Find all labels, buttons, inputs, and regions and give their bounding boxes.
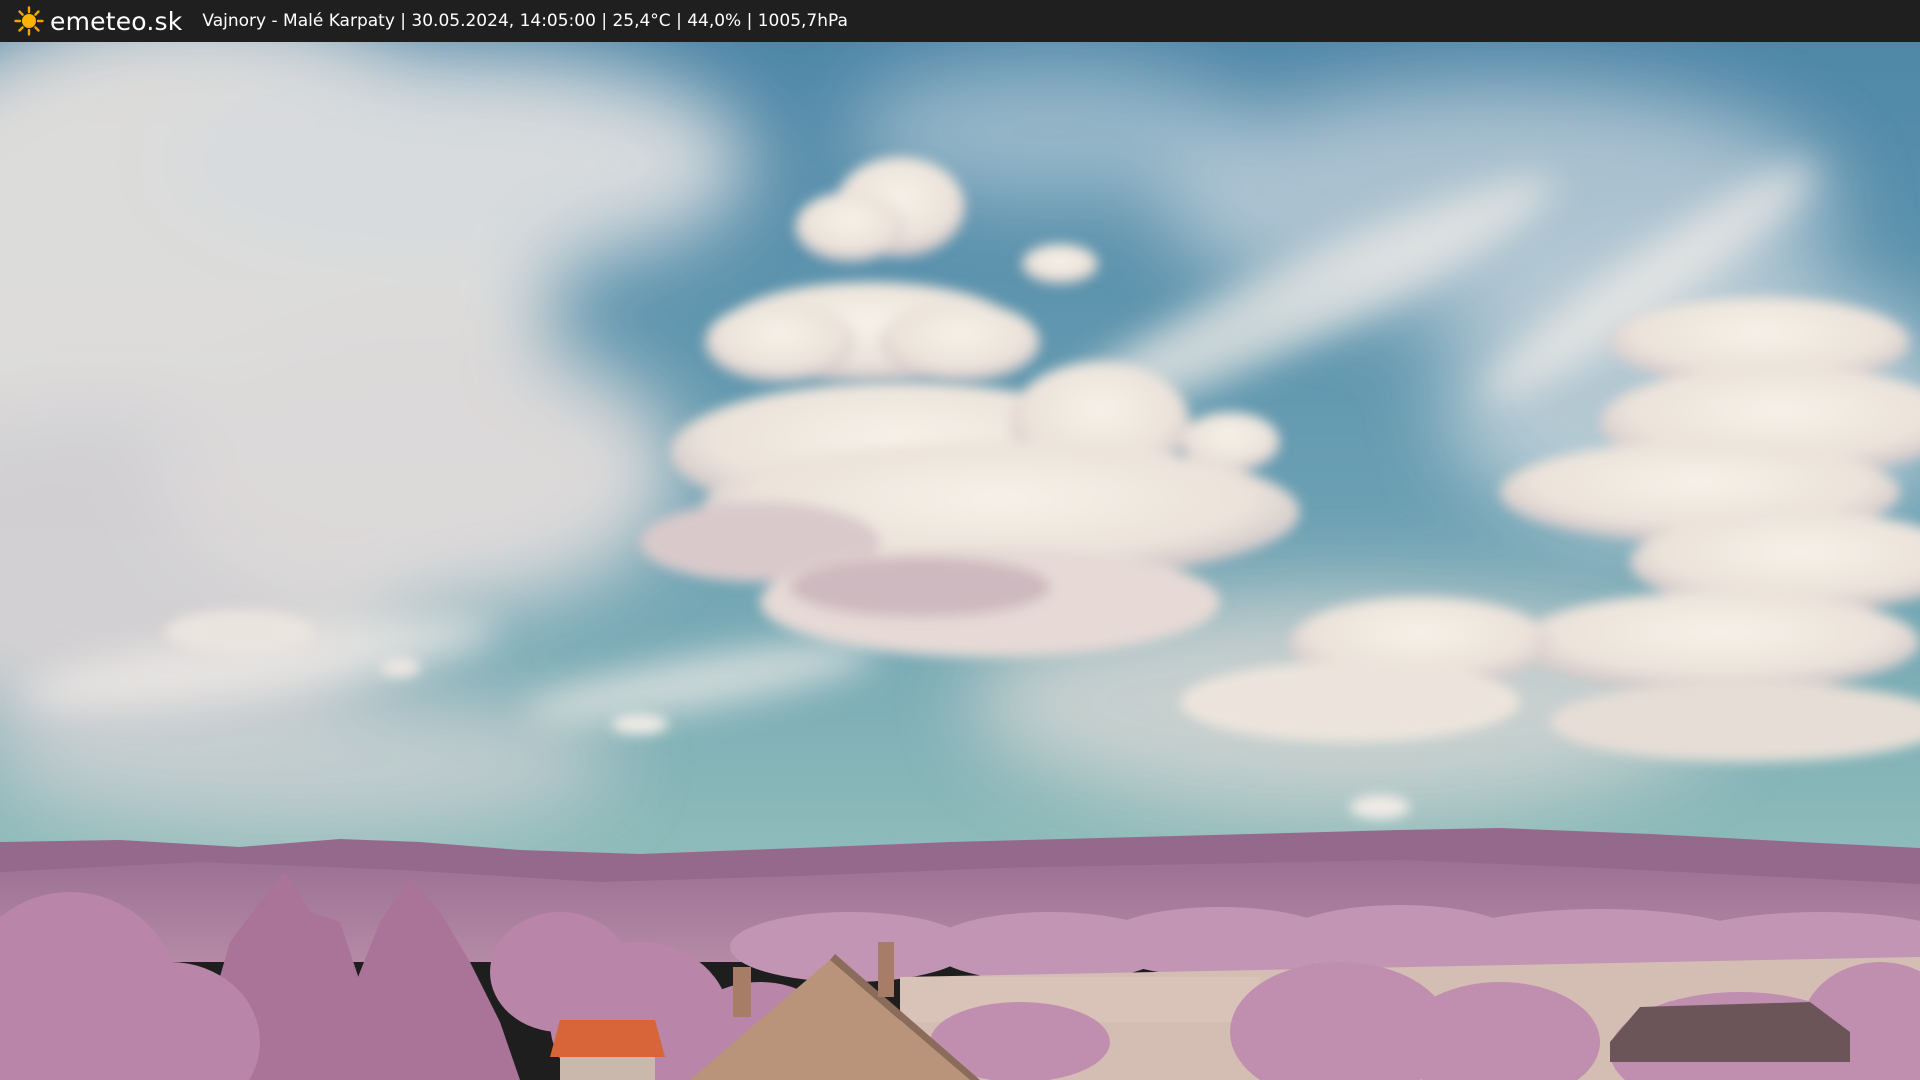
- webcam-frame: emeteo.sk Vajnory - Malé Karpaty | 30.05…: [0, 0, 1920, 1080]
- sun-icon: [14, 6, 44, 36]
- station-caption: Vajnory - Malé Karpaty | 30.05.2024, 14:…: [202, 11, 848, 31]
- brand-name[interactable]: emeteo.sk: [50, 7, 182, 36]
- webcam-image: [0, 42, 1920, 1080]
- top-bar: emeteo.sk Vajnory - Malé Karpaty | 30.05…: [0, 0, 1920, 42]
